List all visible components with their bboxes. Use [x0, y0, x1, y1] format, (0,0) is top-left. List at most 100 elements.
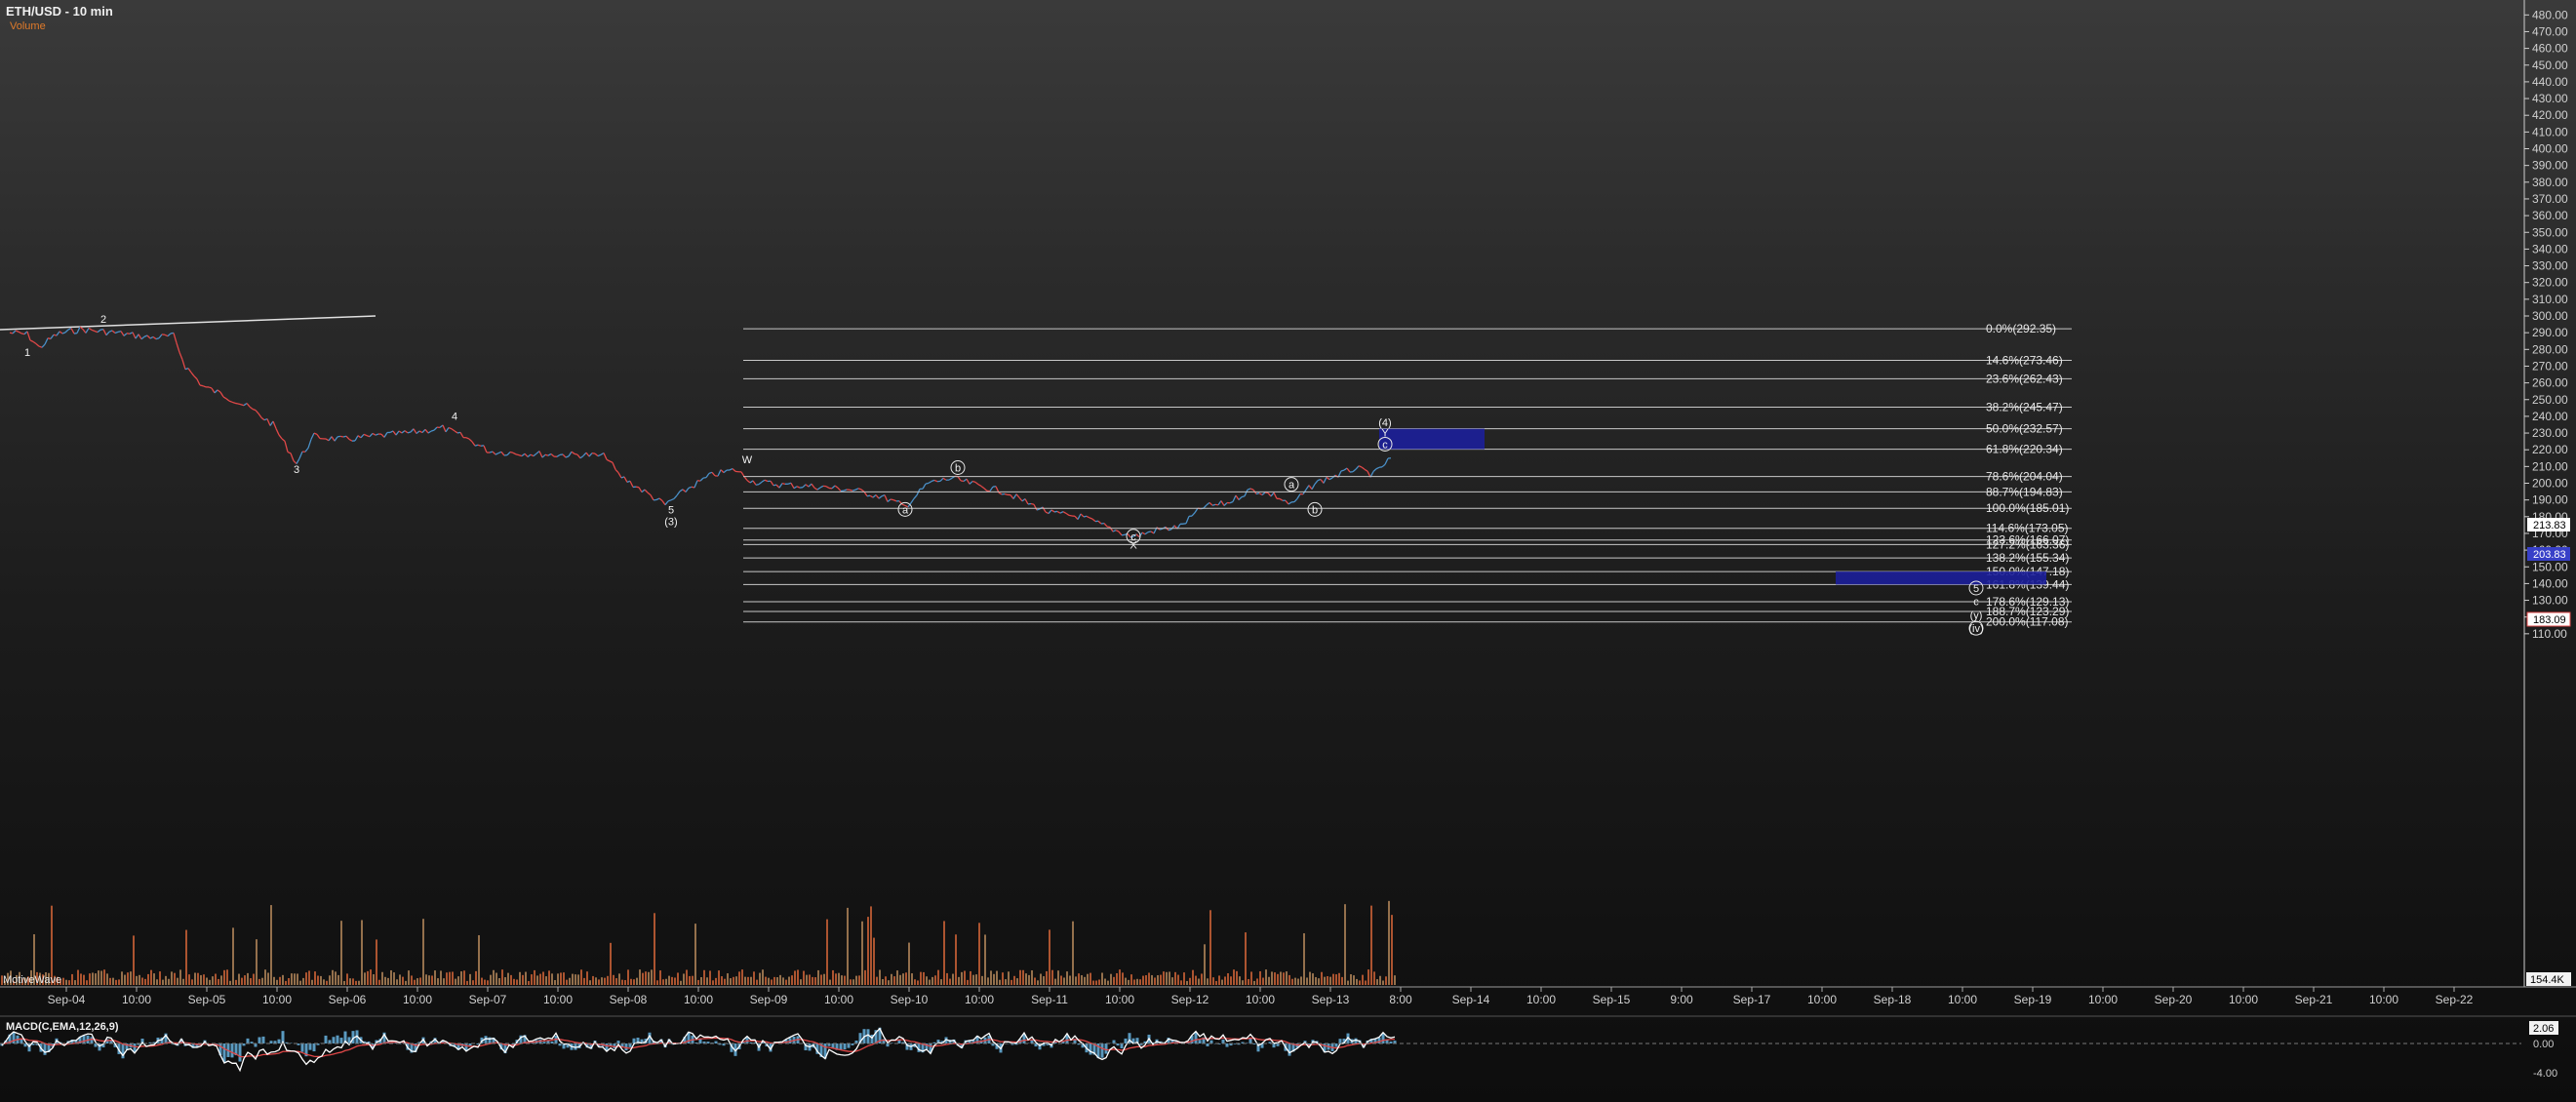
price-segment	[237, 403, 242, 406]
price-segment	[334, 436, 338, 442]
wave-label: W	[742, 454, 753, 466]
price-segment	[849, 489, 853, 492]
price-segment	[360, 433, 365, 439]
price-segment	[746, 479, 751, 484]
price-segment	[15, 330, 20, 333]
price-segment	[102, 329, 107, 335]
x-tick-label: Sep-17	[1733, 993, 1771, 1006]
price-segment	[243, 402, 248, 407]
x-tick-label: 10:00	[1526, 993, 1556, 1006]
price-segment	[802, 484, 807, 489]
price-segment	[585, 452, 590, 457]
price-segment	[1018, 496, 1023, 502]
price-tag-current-label: 213.83	[2533, 520, 2566, 531]
x-tick-label: Sep-14	[1452, 993, 1490, 1006]
wave-label: c	[1382, 439, 1388, 451]
price-segment	[304, 448, 309, 453]
price-segment	[1361, 466, 1366, 470]
price-segment	[614, 468, 619, 474]
price-segment	[193, 375, 198, 380]
price-segment	[146, 335, 151, 339]
x-tick-label: 8:00	[1389, 993, 1412, 1006]
x-tick-label: Sep-21	[2295, 993, 2333, 1006]
price-segment	[1045, 511, 1050, 515]
price-segment	[32, 340, 37, 345]
price-segment	[887, 498, 892, 503]
price-segment	[1033, 503, 1038, 511]
x-tick-label: 10:00	[262, 993, 292, 1006]
price-segment	[1372, 468, 1377, 472]
price-segment	[18, 331, 22, 335]
price-segment	[149, 335, 154, 339]
price-segment	[515, 453, 520, 456]
wave-label: a	[902, 504, 909, 516]
price-segment	[477, 444, 482, 447]
price-segment	[1273, 492, 1278, 499]
wave-label: 5	[668, 504, 674, 516]
y-tick-label: 150.00	[2532, 560, 2568, 573]
price-segment	[1191, 512, 1196, 517]
price-segment	[140, 335, 145, 340]
y-tick-label: 260.00	[2532, 376, 2568, 390]
price-segment	[597, 453, 602, 457]
y-tick-label: 430.00	[2532, 92, 2568, 105]
price-segment	[588, 453, 593, 457]
price-segment	[770, 480, 774, 487]
price-segment	[407, 431, 412, 434]
price-segment	[249, 406, 254, 410]
x-tick-label: 10:00	[1948, 993, 1977, 1006]
price-segment	[793, 486, 798, 490]
price-panel	[0, 315, 1392, 538]
price-segment	[752, 480, 757, 486]
volume-panel-label: MotiveWave	[3, 974, 61, 986]
wave-labels: 12345(3)WabcXab(4)Yc5c(y)(iv)	[24, 314, 1984, 636]
price-segment	[688, 486, 693, 489]
x-tick-label: Sep-11	[1031, 993, 1068, 1006]
price-segment	[805, 484, 810, 488]
price-segment	[258, 413, 262, 418]
x-tick-label: 10:00	[1246, 993, 1275, 1006]
price-segment	[442, 424, 447, 433]
price-segment	[214, 389, 218, 394]
y-tick-label: 240.00	[2532, 410, 2568, 423]
macd-line	[1, 1027, 1396, 1073]
y-tick-label: 480.00	[2532, 8, 2568, 21]
price-segment	[167, 333, 172, 337]
x-tick-label: Sep-04	[48, 993, 86, 1006]
price-segment	[1320, 479, 1325, 484]
price-segment	[427, 430, 432, 434]
price-segment	[29, 339, 34, 342]
price-chart[interactable]: 0.0%(292.35)14.6%(273.46)23.6%(262.43)38…	[0, 0, 2576, 1102]
price-segment	[246, 403, 251, 408]
price-segment	[459, 432, 464, 438]
price-segment	[843, 489, 848, 492]
price-segment	[989, 486, 994, 492]
price-segment	[661, 500, 666, 506]
y-tick-label: 470.00	[2532, 24, 2568, 38]
price-segment	[948, 477, 953, 481]
wave-label: 4	[452, 411, 457, 422]
y-tick-label: 130.00	[2532, 594, 2568, 608]
price-segment	[1203, 504, 1208, 509]
y-tick-label: 110.00	[2532, 627, 2567, 641]
price-segment	[1241, 495, 1246, 498]
price-segment	[1317, 478, 1322, 482]
price-segment	[178, 352, 183, 361]
price-segment	[202, 385, 207, 388]
price-segment	[497, 451, 502, 454]
price-segment	[928, 480, 932, 484]
price-segment	[392, 430, 397, 436]
price-segment	[231, 401, 236, 404]
price-segment	[544, 453, 549, 456]
price-segment	[831, 485, 836, 490]
price-segment	[606, 458, 611, 462]
macd-panel-label[interactable]: MACD(C,EMA,12,26,9)	[6, 1021, 119, 1033]
price-segment	[94, 330, 99, 334]
x-tick-label: Sep-08	[610, 993, 648, 1006]
price-segment	[1109, 527, 1114, 532]
price-segment	[1238, 496, 1243, 500]
macd-panel	[0, 1027, 2521, 1073]
price-segment	[70, 328, 75, 335]
price-segment	[1235, 494, 1240, 500]
price-segment	[1358, 465, 1363, 468]
